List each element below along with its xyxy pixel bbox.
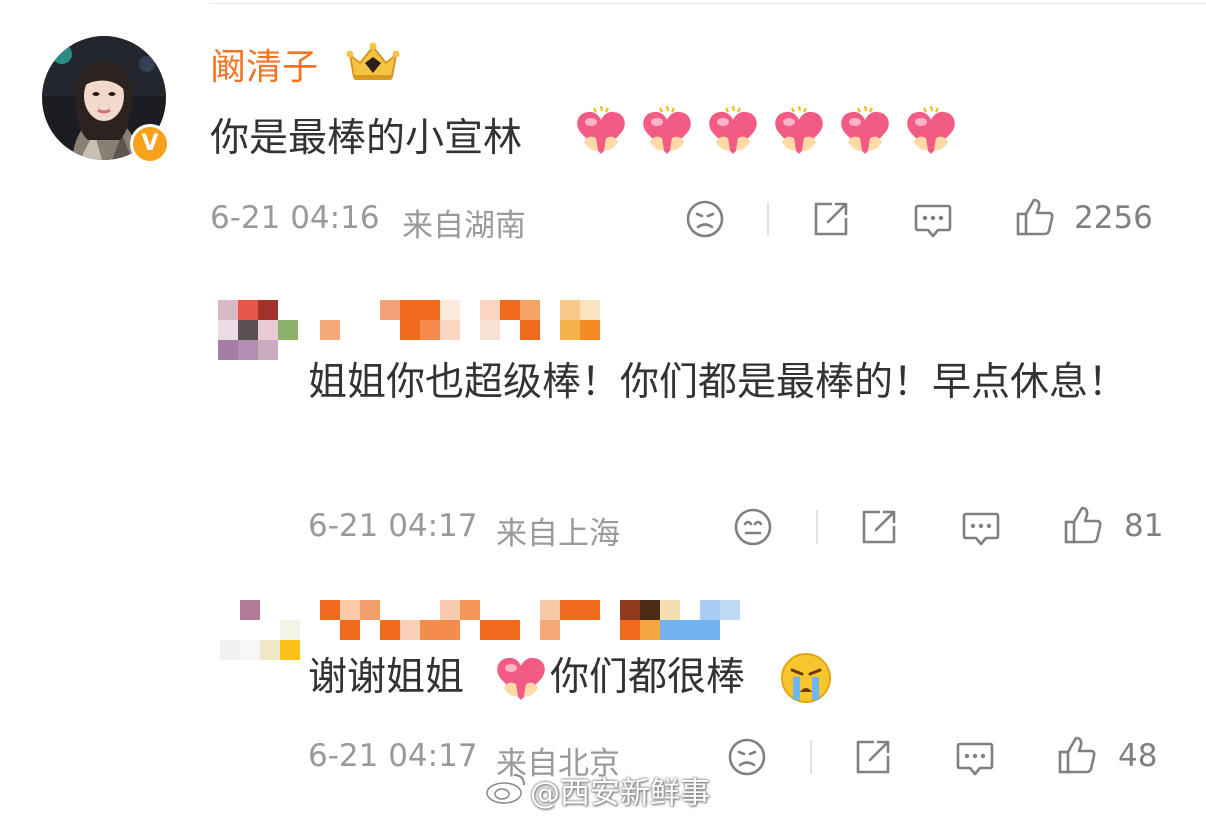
watermark-text: @西安新鲜事 bbox=[530, 776, 710, 811]
heart-emoji bbox=[640, 105, 694, 160]
comment-icon[interactable] bbox=[960, 506, 1002, 548]
face-icon[interactable] bbox=[726, 736, 768, 778]
divider bbox=[816, 510, 818, 544]
reply-text-part: 谢谢姐姐 bbox=[308, 655, 465, 700]
reply-avatar-blurred[interactable] bbox=[218, 300, 298, 360]
heart-emoji bbox=[772, 105, 826, 160]
like-count: 48 bbox=[1118, 738, 1158, 774]
main-comment-text: 你是最棒的小宣林 bbox=[210, 116, 523, 161]
heart-emoji bbox=[838, 105, 892, 160]
crown-icon bbox=[344, 41, 402, 83]
heart-emoji bbox=[494, 652, 548, 706]
top-divider bbox=[210, 3, 1206, 4]
heart-emoji bbox=[574, 105, 628, 160]
author-name[interactable]: 阚清子 bbox=[210, 38, 318, 90]
like-count: 81 bbox=[1124, 508, 1164, 544]
comment-time: 6-21 04:16 bbox=[210, 200, 380, 236]
share-icon[interactable] bbox=[852, 736, 894, 778]
reply-location: 来自上海 bbox=[496, 516, 620, 552]
reply-time: 6-21 04:17 bbox=[308, 738, 478, 774]
reply-username-blurred[interactable] bbox=[320, 600, 740, 640]
heart-emoji bbox=[904, 105, 958, 160]
weibo-logo-icon bbox=[484, 771, 528, 805]
face-icon[interactable] bbox=[684, 198, 726, 240]
like-count: 2256 bbox=[1074, 200, 1153, 236]
reply-username-blurred[interactable] bbox=[320, 300, 620, 340]
reply-avatar-blurred[interactable] bbox=[220, 600, 300, 660]
reply-text-part: 你们都很棒 bbox=[550, 655, 746, 700]
comment-icon[interactable] bbox=[912, 198, 954, 240]
share-icon[interactable] bbox=[858, 506, 900, 548]
face-icon[interactable] bbox=[732, 506, 774, 548]
divider bbox=[810, 740, 812, 774]
comment-icon[interactable] bbox=[954, 736, 996, 778]
crying-emoji bbox=[778, 650, 834, 706]
reply-time: 6-21 04:17 bbox=[308, 508, 478, 544]
divider bbox=[767, 202, 769, 236]
share-icon[interactable] bbox=[810, 198, 852, 240]
like-icon[interactable] bbox=[1014, 196, 1056, 238]
comment-location: 来自湖南 bbox=[402, 208, 526, 244]
verified-badge-icon: V bbox=[130, 124, 170, 164]
like-icon[interactable] bbox=[1056, 734, 1098, 776]
heart-emoji bbox=[706, 105, 760, 160]
like-icon[interactable] bbox=[1062, 504, 1104, 546]
reply-text: 姐姐你也超级棒！你们都是最棒的！早点休息！ bbox=[308, 360, 1128, 405]
